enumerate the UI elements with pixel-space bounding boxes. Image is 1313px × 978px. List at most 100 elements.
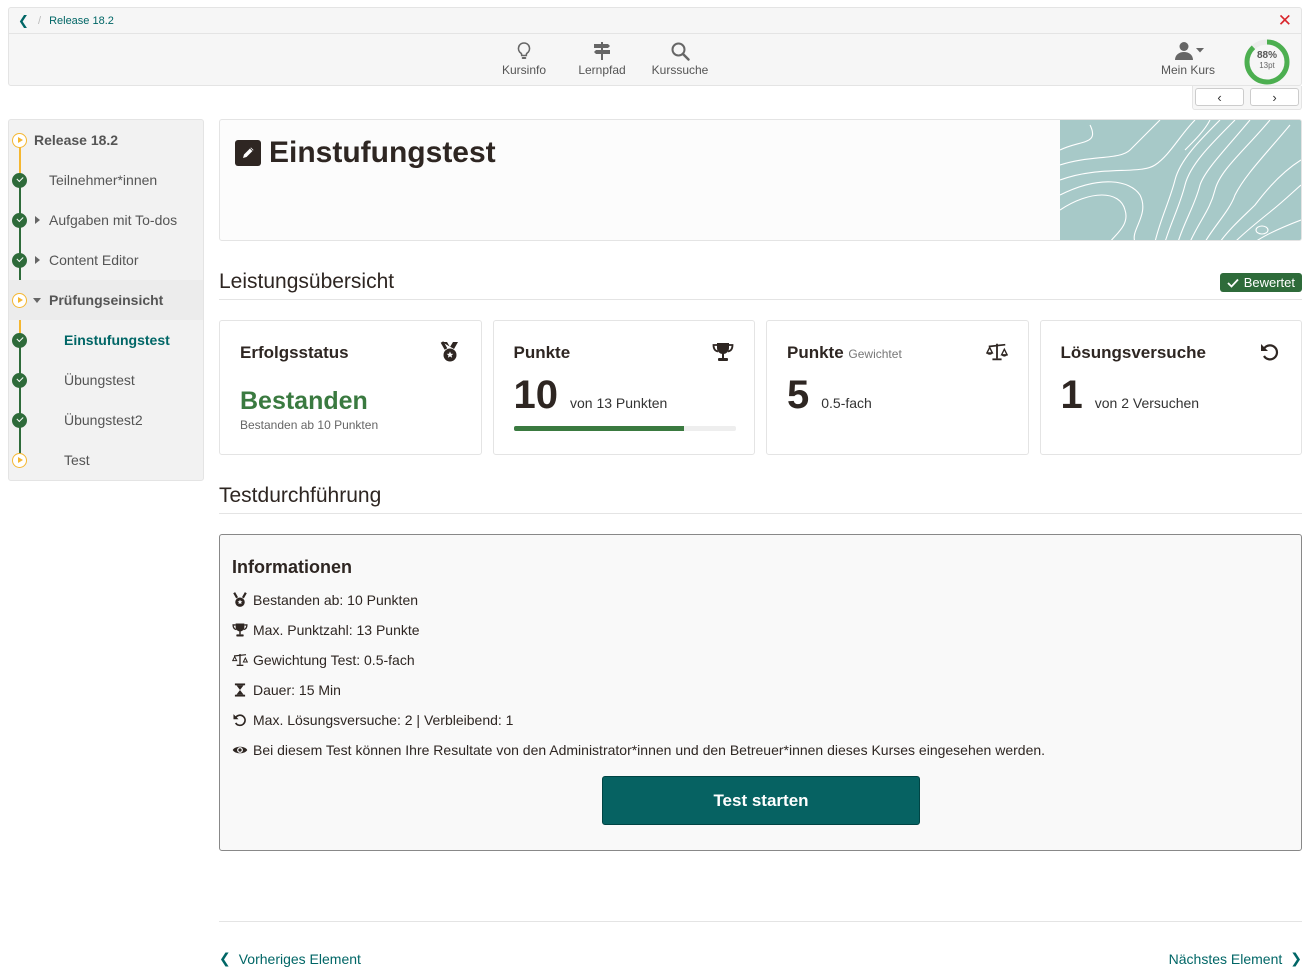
sidebar-item-label: Test: [64, 452, 90, 468]
weighted-points-unit: 0.5-fach: [821, 395, 872, 411]
caret-down-icon[interactable]: [33, 297, 41, 303]
points-progress-bar: [513, 426, 736, 431]
chevron-left-icon[interactable]: ❮: [18, 13, 32, 29]
sidebar-item-label: Aufgaben mit To-dos: [49, 212, 178, 228]
info-line-duration: Dauer: 15 Min: [232, 675, 1289, 705]
next-element-label: Nächstes Element: [1168, 950, 1283, 967]
medal-icon: [233, 592, 247, 607]
sidebar-item-label: Prüfungseinsicht: [49, 292, 164, 308]
info-title: Informationen: [232, 557, 352, 577]
info-line-weighting: Gewichtung Test: 0.5-fach: [232, 645, 1289, 675]
course-progress[interactable]: 88% 13pt: [1243, 38, 1291, 86]
breadcrumb-separator: /: [38, 14, 42, 27]
scale-icon: [232, 654, 248, 666]
course-toolbar: ❮ / Release 18.2 ✕ Kursinfo Lernpfad Kur…: [8, 7, 1302, 86]
sidebar-item-label: Einstufungstest: [64, 332, 170, 348]
sidebar-item-label: Teilnehmer*innen: [49, 172, 158, 188]
info-line-visibility: Bei diesem Test können Ihre Resultate vo…: [232, 735, 1289, 765]
points-value: 10: [513, 373, 559, 417]
status-done-icon: [12, 332, 27, 348]
sidebar-item[interactable]: Übungstest: [9, 360, 203, 400]
close-icon[interactable]: ✕: [1278, 12, 1292, 29]
tool-kurssuche[interactable]: Kurssuche: [641, 41, 719, 77]
status-done-icon: [12, 412, 27, 428]
status-open-icon: [12, 292, 27, 308]
success-status-sub: Bestanden ab 10 Punkten: [240, 418, 379, 432]
weighted-points-value: 5: [787, 373, 810, 417]
points-unit: von 13 Punkten: [570, 395, 668, 411]
sidebar-item[interactable]: Aufgaben mit To-dos: [9, 200, 203, 240]
previous-element-label: Vorheriges Element: [238, 950, 361, 967]
sidebar-item-label: Übungstest2: [64, 412, 143, 428]
hourglass-icon: [234, 683, 246, 697]
info-text: Bestanden ab: 10 Punkten: [253, 592, 419, 608]
sidebar-item[interactable]: Prüfungseinsicht: [9, 280, 203, 320]
caret-right-icon[interactable]: [35, 256, 40, 264]
stat-title: Punkte: [513, 343, 571, 362]
stat-title-text: Punkte: [787, 343, 844, 362]
info-line-max-points: Max. Punktzahl: 13 Punkte: [232, 615, 1289, 645]
stat-subtitle: Gewichtet: [848, 347, 902, 361]
tool-kursinfo[interactable]: Kursinfo: [485, 41, 563, 77]
medal-icon: [440, 341, 458, 362]
progress-percent: 88%: [1256, 50, 1277, 61]
tool-label: Kursinfo: [501, 63, 547, 77]
trophy-icon: [712, 343, 734, 361]
breadcrumb-item-course[interactable]: Release 18.2: [49, 15, 114, 27]
start-test-button[interactable]: Test starten: [602, 776, 920, 825]
chevron-right-icon: ❯: [1290, 950, 1302, 966]
tool-label: Kurssuche: [651, 63, 709, 77]
success-status-value: Bestanden: [240, 387, 368, 415]
info-line-passing: Bestanden ab: 10 Punkten: [232, 585, 1289, 615]
attempts-unit: von 2 Versuchen: [1094, 395, 1200, 411]
course-menu-sidebar: Release 18.2 Teilnehmer*innen Aufgaben mit…: [8, 119, 204, 481]
sidebar-item[interactable]: Teilnehmer*innen: [9, 160, 203, 200]
performance-section-header: Leistungsübersicht Bewertet: [219, 270, 1302, 300]
tool-lernpfad[interactable]: Lernpfad: [563, 41, 641, 77]
sidebar-item[interactable]: Übungstest2: [9, 400, 203, 440]
status-done-icon: [12, 372, 27, 388]
stat-title: Erfolgsstatus: [240, 343, 349, 362]
stat-title: Lösungsversuche: [1060, 343, 1207, 362]
page-title: Einstufungstest: [269, 136, 496, 169]
sidebar-item[interactable]: Test: [9, 440, 203, 480]
attempts-value: 1: [1060, 373, 1083, 417]
sidebar-item[interactable]: Release 18.2: [9, 120, 203, 160]
pager-prev-button[interactable]: ‹: [1195, 88, 1244, 106]
graded-badge: Bewertet: [1219, 273, 1302, 292]
my-course-label: Mein Kurs: [1160, 63, 1216, 77]
course-tools: Kursinfo Lernpfad Kurssuche: [485, 41, 719, 77]
status-open-icon: [12, 452, 27, 468]
footer-divider: [219, 921, 1302, 922]
sidebar-item-label: Content Editor: [49, 252, 139, 268]
pager-next-button[interactable]: ›: [1250, 88, 1299, 106]
info-text: Max. Lösungsversuche: 2 | Verbleibend: 1: [253, 712, 514, 728]
tool-label: Lernpfad: [578, 63, 626, 77]
undo-icon: [233, 714, 246, 727]
info-text: Gewichtung Test: 0.5-fach: [253, 652, 415, 668]
signpost-icon: [594, 42, 610, 60]
eye-icon: [232, 746, 248, 754]
sidebar-item[interactable]: Content Editor: [9, 240, 203, 280]
scale-icon: [985, 343, 1008, 361]
caret-right-icon[interactable]: [35, 216, 40, 224]
stat-title: Punkte Gewichtet: [787, 343, 1008, 363]
sidebar-item-label: Release 18.2: [34, 132, 119, 148]
next-element-link[interactable]: Nächstes Element ❯: [1169, 950, 1302, 967]
progress-points: 13pt: [1259, 61, 1275, 70]
chevron-left-icon: ❮: [219, 950, 231, 966]
stat-card-success-status: Erfolgsstatus Bestanden Bestanden ab 10 …: [219, 320, 482, 455]
stat-card-points: Punkte 10 von 13 Punkten: [492, 320, 755, 455]
execution-heading: Testdurchführung: [219, 484, 382, 507]
user-icon: [1175, 42, 1204, 60]
topographic-banner-image: [1060, 120, 1301, 240]
sidebar-item-label: Übungstest: [64, 372, 135, 388]
status-open-icon: [12, 132, 27, 148]
edit-icon: [235, 140, 261, 166]
previous-element-link[interactable]: ❮ Vorheriges Element: [219, 950, 361, 967]
my-course-menu[interactable]: Mein Kurs: [1157, 41, 1219, 77]
breadcrumb: ❮ / Release 18.2: [9, 8, 1301, 34]
lightbulb-icon: [517, 42, 531, 59]
execution-section-header: Testdurchführung: [219, 484, 1302, 514]
sidebar-item[interactable]: Einstufungstest: [9, 320, 203, 360]
